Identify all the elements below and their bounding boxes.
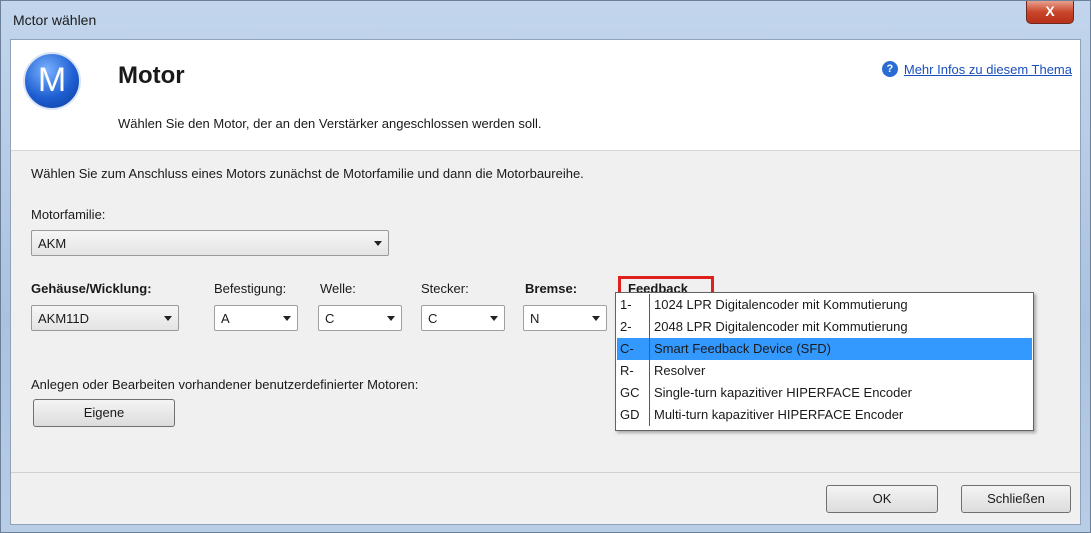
list-item-selected[interactable]: C- Smart Feedback Device (SFD) [617, 338, 1032, 360]
list-item[interactable]: GC Single-turn kapazitiver HIPERFACE Enc… [617, 382, 1032, 404]
option-code: GD [620, 407, 640, 422]
chevron-down-icon [164, 316, 172, 321]
ok-button[interactable]: OK [826, 485, 938, 513]
befestigung-value: A [221, 311, 230, 326]
motor-logo-icon: M [23, 52, 81, 110]
list-item[interactable]: 2- 2048 LPR Digitalencoder mit Kommutier… [617, 316, 1032, 338]
befestigung-label: Befestigung: [214, 281, 287, 296]
option-code: 2- [620, 319, 632, 334]
help-link[interactable]: ? Mehr Infos zu diesem Thema [881, 61, 1072, 77]
gehause-select[interactable]: AKM11D [31, 305, 179, 331]
gehause-value: AKM11D [38, 311, 90, 326]
column-divider [649, 316, 650, 338]
bremse-select[interactable]: N [523, 305, 607, 331]
title-bar: Mctor wählen X [1, 1, 1090, 39]
custom-motors-label: Anlegen oder Bearbeiten vorhandener benu… [31, 377, 419, 392]
close-window-button[interactable]: X [1026, 1, 1074, 24]
befestigung-select[interactable]: A [214, 305, 298, 331]
option-label: Smart Feedback Device (SFD) [654, 341, 831, 356]
list-item[interactable]: 1- 1024 LPR Digitalencoder mit Kommutier… [617, 294, 1032, 316]
option-code: C- [620, 341, 634, 356]
column-divider [649, 382, 650, 404]
chevron-down-icon [490, 316, 498, 321]
welle-label: Welle: [320, 281, 356, 296]
column-divider [649, 360, 650, 382]
chevron-down-icon [374, 241, 382, 246]
list-item[interactable]: R- Resolver [617, 360, 1032, 382]
option-label: Resolver [654, 363, 706, 378]
gehause-label: Gehäuse/Wicklung: [31, 281, 152, 296]
close-button[interactable]: Schließen [961, 485, 1071, 513]
welle-select[interactable]: C [318, 305, 402, 331]
option-label: Single-turn kapazitiver HIPERFACE Encode… [654, 385, 912, 400]
welle-value: C [325, 311, 335, 326]
option-code: 1- [620, 297, 632, 312]
footer-divider [11, 472, 1080, 473]
stecker-select[interactable]: C [421, 305, 505, 331]
help-link-label[interactable]: Mehr Infos zu diesem Thema [904, 62, 1072, 77]
column-divider [649, 338, 650, 360]
motor-family-value: AKM [38, 236, 67, 251]
dialog-header: M Motor Wählen Sie den Motor, der an den… [11, 40, 1080, 151]
option-code: R- [620, 363, 634, 378]
column-divider [649, 294, 650, 316]
instruction-text: Wählen Sie zum Anschluss eines Motors zu… [31, 166, 584, 181]
feedback-dropdown-list: 1- 1024 LPR Digitalencoder mit Kommutier… [615, 292, 1034, 431]
motor-family-label: Motorfamilie: [31, 207, 106, 222]
bremse-label: Bremse: [525, 281, 578, 296]
dialog-window: Mctor wählen X M Motor Wählen Sie den Mo… [0, 0, 1091, 533]
bremse-value: N [530, 311, 540, 326]
window-title: Mctor wählen [13, 12, 97, 28]
option-code: GC [620, 385, 640, 400]
page-title: Motor [118, 62, 185, 89]
option-label: Multi-turn kapazitiver HIPERFACE Encoder [654, 407, 904, 422]
motor-family-select[interactable]: AKM [31, 230, 389, 256]
stecker-value: C [428, 311, 438, 326]
chevron-down-icon [592, 316, 600, 321]
option-label: 2048 LPR Digitalencoder mit Kommutierung [654, 319, 908, 334]
column-divider [649, 404, 650, 426]
dialog-content: M Motor Wählen Sie den Motor, der an den… [10, 39, 1081, 525]
chevron-down-icon [283, 316, 291, 321]
page-subtitle: Wählen Sie den Motor, der an den Verstär… [118, 116, 542, 131]
option-label: 1024 LPR Digitalencoder mit Kommutierung [654, 297, 908, 312]
stecker-label: Stecker: [421, 281, 469, 296]
help-icon[interactable]: ? [881, 61, 898, 77]
chevron-down-icon [387, 316, 395, 321]
eigene-button[interactable]: Eigene [33, 399, 175, 427]
list-item[interactable]: GD Multi-turn kapazitiver HIPERFACE Enco… [617, 404, 1032, 426]
